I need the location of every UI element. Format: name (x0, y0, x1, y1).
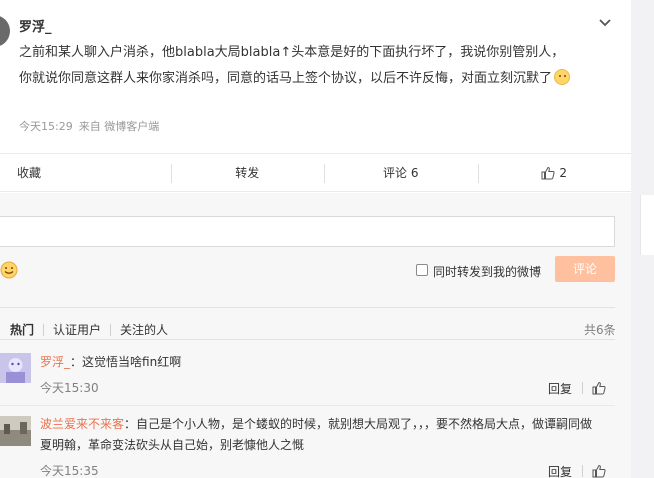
thumbs-up-icon[interactable] (592, 464, 606, 478)
emoji-icon (554, 69, 571, 85)
tab-following[interactable]: 关注的人 (120, 321, 168, 338)
comment-label: 评论 6 (383, 166, 419, 180)
comment-item: 罗浮_：这觉悟当啥fin红啊 今天15:30 回复 (0, 351, 615, 401)
comment-time: 今天15:35 (40, 464, 99, 478)
comment-filter-tabs: 热门 认证用户 关注的人 (10, 321, 168, 338)
commenter-name[interactable]: 波兰爱来不来客 (40, 417, 124, 431)
comment-separator: ： (70, 355, 83, 369)
comment-body: 波兰爱来不来客：自己是个小人物，是个蝼蚁的时候，就别想大局观了，，，要不然格局大… (40, 414, 613, 456)
tab-separator (43, 323, 45, 336)
tab-verified[interactable]: 认证用户 (53, 321, 101, 338)
reply-button[interactable]: 回复 (548, 380, 572, 397)
divider (0, 405, 615, 406)
comment-text-line-2: 夏明翰，革命变法砍头从自己始，别老慷他人之慨 (40, 438, 305, 452)
thumbs-up-icon[interactable] (592, 381, 606, 395)
favorite-button[interactable]: 收藏 (0, 154, 171, 191)
chevron-down-icon[interactable] (598, 16, 612, 30)
comment-time: 今天15:30 (40, 381, 99, 395)
comment-line-1: 波兰爱来不来客：自己是个小人物，是个蝼蚁的时候，就别想大局观了，，，要不然格局大… (40, 414, 613, 435)
comment-section: 同时转发到我的微博 评论 热门 认证用户 关注的人 共6条 罗浮_：这觉悟当啥f… (0, 193, 631, 478)
post-text-line-2: 你就说你同意这群人来你家消杀吗，同意的话马上签个协议，以后不许反悔，对面立刻沉默… (19, 71, 553, 86)
thumbs-up-icon (541, 166, 555, 179)
post-author-name[interactable]: 罗浮_ (19, 16, 52, 35)
reply-button[interactable]: 回复 (548, 463, 572, 478)
divider (0, 339, 615, 340)
submit-comment-button[interactable]: 评论 (555, 256, 615, 282)
post-time[interactable]: 今天15:29 (19, 120, 73, 133)
commenter-name[interactable]: 罗浮_ (40, 355, 70, 369)
repost-checkbox[interactable] (416, 264, 428, 276)
post-action-bar: 收藏 转发 评论 6 2 (0, 153, 631, 192)
action-separator (582, 382, 583, 394)
comment-total: 共6条 (584, 323, 616, 337)
emoji-picker-icon[interactable] (0, 261, 18, 279)
action-separator (582, 465, 583, 477)
scrollbar-thumb[interactable] (640, 195, 654, 255)
tab-hot[interactable]: 热门 (10, 321, 34, 338)
comment-item: 波兰爱来不来客：自己是个小人物，是个蝼蚁的时候，就别想大局观了，，，要不然格局大… (0, 414, 615, 478)
comment-button[interactable]: 评论 6 (324, 154, 478, 191)
comment-separator: ： (124, 417, 137, 431)
like-button[interactable]: 2 (477, 154, 632, 191)
commenter-avatar[interactable] (0, 416, 31, 446)
repost-button[interactable]: 转发 (170, 154, 325, 191)
like-count: 2 (559, 165, 568, 180)
post-source: 来自 微博客户端 (78, 120, 160, 133)
weibo-post-card: 罗浮_ 之前和某人聊入户消杀，他blabla大局blabla↑头本意是好的下面执… (0, 0, 631, 478)
author-avatar[interactable] (0, 15, 10, 47)
comment-text: 这觉悟当啥fin红啊 (82, 355, 182, 369)
comment-input[interactable] (0, 216, 615, 247)
favorite-label: 收藏 (17, 166, 42, 180)
divider (0, 307, 615, 308)
comment-body: 罗浮_：这觉悟当啥fin红啊 (40, 352, 613, 373)
post-meta: 今天15:29 来自 微博客户端 (19, 118, 165, 134)
post-text: 之前和某人聊入户消杀，他blabla大局blabla↑头本意是好的下面执行坏了，… (19, 40, 619, 92)
tab-separator (110, 323, 112, 336)
post-text-line-2-wrap: 你就说你同意这群人来你家消杀吗，同意的话马上签个协议，以后不许反悔，对面立刻沉默… (19, 66, 619, 92)
repost-label: 转发 (235, 166, 260, 180)
repost-checkbox-label[interactable]: 同时转发到我的微博 (433, 263, 541, 280)
comment-text-line-1: 自己是个小人物，是个蝼蚁的时候，就别想大局观了，，，要不然格局大点，做谭嗣同做 (136, 417, 593, 431)
commenter-avatar[interactable] (0, 353, 31, 383)
post-text-line-1: 之前和某人聊入户消杀，他blabla大局blabla↑头本意是好的下面执行坏了，… (19, 45, 565, 60)
